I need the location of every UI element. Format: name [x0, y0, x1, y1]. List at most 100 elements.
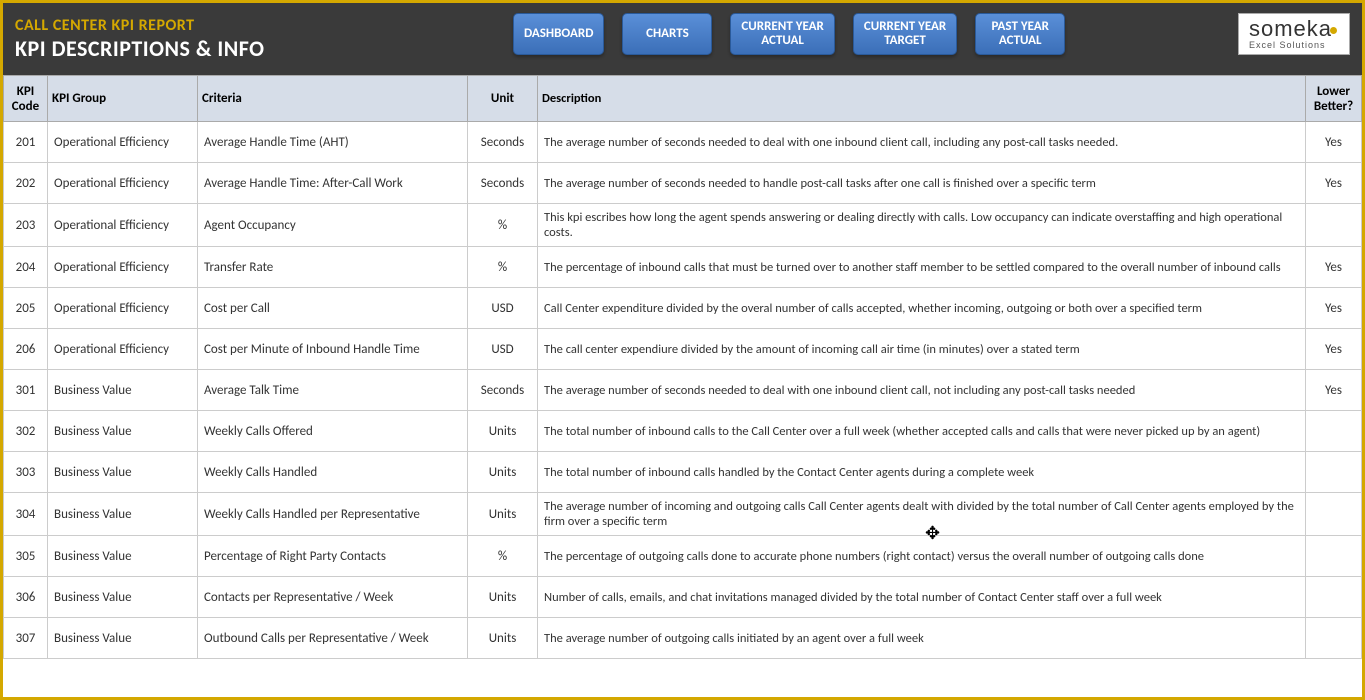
- cell-unit: Units: [468, 452, 538, 493]
- table-row[interactable]: 301Business ValueAverage Talk TimeSecond…: [4, 370, 1362, 411]
- table-row[interactable]: 305Business ValuePercentage of Right Par…: [4, 536, 1362, 577]
- cell-description: This kpi escribes how long the agent spe…: [538, 204, 1306, 247]
- cell-lower: Yes: [1306, 247, 1362, 288]
- header-lower-better: Lower Better?: [1306, 76, 1362, 122]
- cell-code: 202: [4, 163, 48, 204]
- cell-criteria: Transfer Rate: [198, 247, 468, 288]
- cell-criteria: Average Talk Time: [198, 370, 468, 411]
- cell-description: The percentage of inbound calls that mus…: [538, 247, 1306, 288]
- logo: someka Excel Solutions: [1238, 13, 1350, 55]
- cell-lower: [1306, 536, 1362, 577]
- cell-group: Operational Efficiency: [48, 288, 198, 329]
- cell-code: 305: [4, 536, 48, 577]
- table-row[interactable]: 302Business ValueWeekly Calls OfferedUni…: [4, 411, 1362, 452]
- report-title: CALL CENTER KPI REPORT: [15, 16, 265, 35]
- cell-unit: USD: [468, 329, 538, 370]
- cell-unit: Seconds: [468, 163, 538, 204]
- cell-group: Operational Efficiency: [48, 204, 198, 247]
- cell-code: 307: [4, 618, 48, 659]
- cell-description: The percentage of outgoing calls done to…: [538, 536, 1306, 577]
- table-row[interactable]: 203Operational EfficiencyAgent Occupancy…: [4, 204, 1362, 247]
- cell-code: 203: [4, 204, 48, 247]
- current-year-actual-button[interactable]: CURRENT YEAR ACTUAL: [730, 13, 834, 55]
- cell-unit: Units: [468, 493, 538, 536]
- cell-criteria: Cost per Minute of Inbound Handle Time: [198, 329, 468, 370]
- page-title: KPI DESCRIPTIONS & INFO: [15, 35, 265, 62]
- charts-button[interactable]: CHARTS: [622, 13, 712, 55]
- cell-group: Business Value: [48, 618, 198, 659]
- cell-code: 301: [4, 370, 48, 411]
- logo-brand: someka: [1249, 18, 1339, 40]
- table-row[interactable]: 306Business ValueContacts per Representa…: [4, 577, 1362, 618]
- table-header-row: KPI Code KPI Group Criteria Unit Descrip…: [4, 76, 1362, 122]
- cell-group: Operational Efficiency: [48, 163, 198, 204]
- cell-group: Operational Efficiency: [48, 247, 198, 288]
- cell-code: 201: [4, 122, 48, 163]
- cell-unit: Units: [468, 577, 538, 618]
- cell-unit: %: [468, 204, 538, 247]
- cell-criteria: Contacts per Representative / Week: [198, 577, 468, 618]
- logo-tagline: Excel Solutions: [1249, 40, 1339, 50]
- kpi-table: KPI Code KPI Group Criteria Unit Descrip…: [3, 75, 1362, 659]
- cell-lower: [1306, 452, 1362, 493]
- table-row[interactable]: 205Operational EfficiencyCost per CallUS…: [4, 288, 1362, 329]
- kpi-table-wrap: KPI Code KPI Group Criteria Unit Descrip…: [3, 75, 1362, 697]
- dashboard-button[interactable]: DASHBOARD: [513, 13, 604, 55]
- cell-unit: %: [468, 536, 538, 577]
- cell-criteria: Average Handle Time (AHT): [198, 122, 468, 163]
- cell-lower: Yes: [1306, 122, 1362, 163]
- header-kpi-code: KPI Code: [4, 76, 48, 122]
- cell-lower: Yes: [1306, 288, 1362, 329]
- cell-description: The call center expendiure divided by th…: [538, 329, 1306, 370]
- table-row[interactable]: 204Operational EfficiencyTransfer Rate%T…: [4, 247, 1362, 288]
- table-row[interactable]: 304Business ValueWeekly Calls Handled pe…: [4, 493, 1362, 536]
- cell-description: The average number of incoming and outgo…: [538, 493, 1306, 536]
- cell-group: Business Value: [48, 370, 198, 411]
- cell-group: Business Value: [48, 411, 198, 452]
- cell-code: 302: [4, 411, 48, 452]
- cell-code: 306: [4, 577, 48, 618]
- cell-criteria: Outbound Calls per Representative / Week: [198, 618, 468, 659]
- cell-unit: Units: [468, 411, 538, 452]
- cell-unit: Units: [468, 618, 538, 659]
- cell-code: 303: [4, 452, 48, 493]
- cell-code: 205: [4, 288, 48, 329]
- cell-lower: [1306, 411, 1362, 452]
- cell-criteria: Average Handle Time: After-Call Work: [198, 163, 468, 204]
- cell-description: The average number of outgoing calls ini…: [538, 618, 1306, 659]
- cell-description: The average number of seconds needed to …: [538, 163, 1306, 204]
- past-year-actual-button[interactable]: PAST YEAR ACTUAL: [975, 13, 1065, 55]
- cell-group: Business Value: [48, 493, 198, 536]
- table-row[interactable]: 206Operational EfficiencyCost per Minute…: [4, 329, 1362, 370]
- current-year-target-button[interactable]: CURRENT YEAR TARGET: [853, 13, 957, 55]
- cell-group: Business Value: [48, 577, 198, 618]
- cell-lower: [1306, 618, 1362, 659]
- cell-group: Business Value: [48, 452, 198, 493]
- cell-criteria: Cost per Call: [198, 288, 468, 329]
- cell-lower: Yes: [1306, 370, 1362, 411]
- cell-lower: [1306, 493, 1362, 536]
- cell-code: 206: [4, 329, 48, 370]
- cell-description: Number of calls, emails, and chat invita…: [538, 577, 1306, 618]
- cell-criteria: Weekly Calls Handled: [198, 452, 468, 493]
- cell-unit: Seconds: [468, 122, 538, 163]
- cell-unit: USD: [468, 288, 538, 329]
- cell-unit: %: [468, 247, 538, 288]
- nav-buttons: DASHBOARD CHARTS CURRENT YEAR ACTUAL CUR…: [513, 13, 1065, 55]
- table-row[interactable]: 201Operational EfficiencyAverage Handle …: [4, 122, 1362, 163]
- cell-description: The average number of seconds needed to …: [538, 122, 1306, 163]
- header-description: Description: [538, 76, 1306, 122]
- header-criteria: Criteria: [198, 76, 468, 122]
- table-row[interactable]: 307Business ValueOutbound Calls per Repr…: [4, 618, 1362, 659]
- cell-code: 204: [4, 247, 48, 288]
- cell-description: The total number of inbound calls to the…: [538, 411, 1306, 452]
- header-unit: Unit: [468, 76, 538, 122]
- header-bar: CALL CENTER KPI REPORT KPI DESCRIPTIONS …: [3, 3, 1362, 75]
- table-row[interactable]: 303Business ValueWeekly Calls HandledUni…: [4, 452, 1362, 493]
- cell-code: 304: [4, 493, 48, 536]
- header-kpi-group: KPI Group: [48, 76, 198, 122]
- table-row[interactable]: 202Operational EfficiencyAverage Handle …: [4, 163, 1362, 204]
- cell-lower: [1306, 204, 1362, 247]
- cell-criteria: Weekly Calls Handled per Representative: [198, 493, 468, 536]
- cell-lower: Yes: [1306, 163, 1362, 204]
